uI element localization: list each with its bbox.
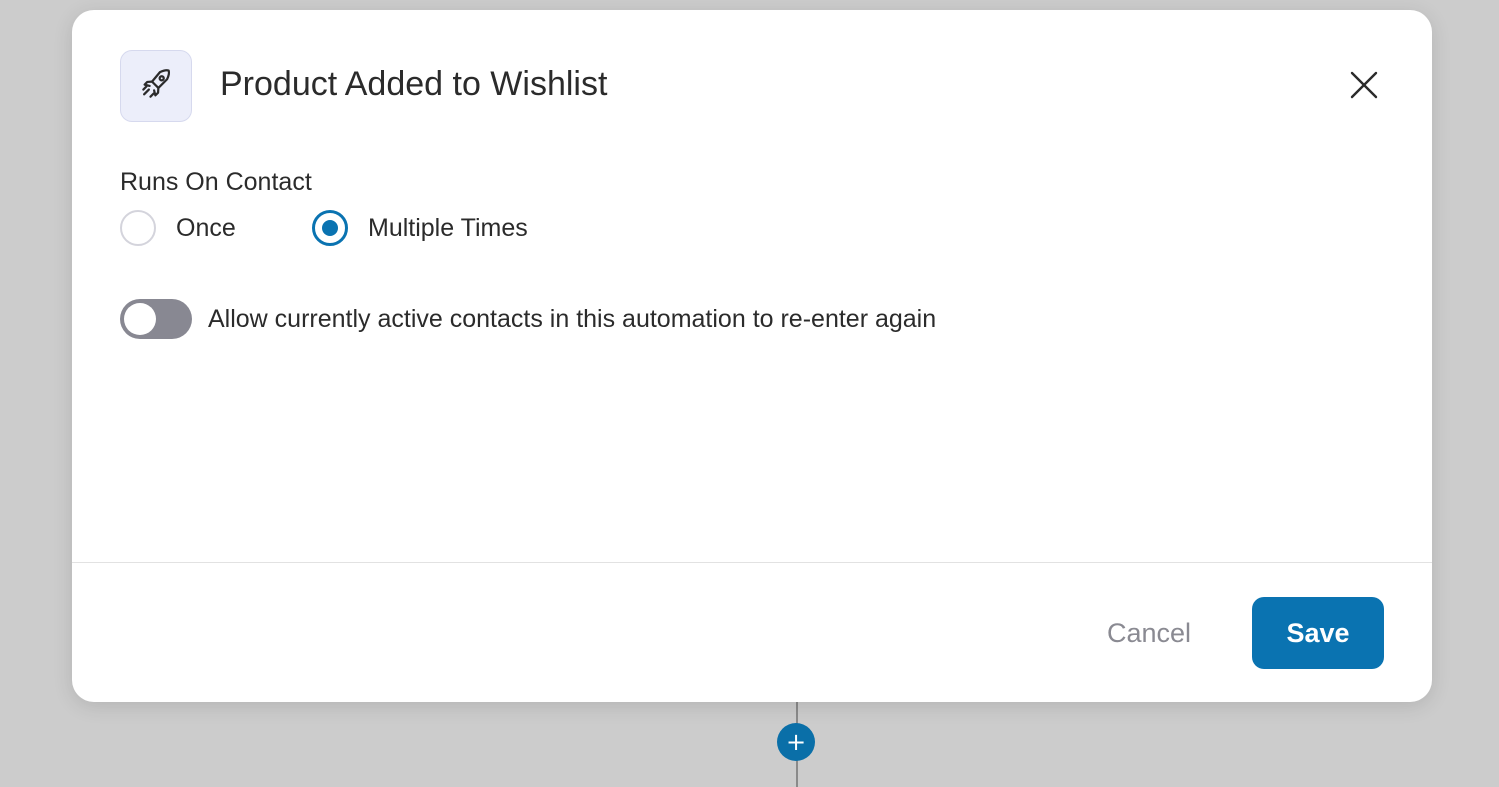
radio-label-once: Once bbox=[176, 213, 236, 242]
save-button[interactable]: Save bbox=[1252, 597, 1384, 669]
radio-label-multiple-times: Multiple Times bbox=[368, 213, 528, 242]
radio-option-once[interactable]: Once bbox=[120, 210, 236, 246]
close-icon bbox=[1348, 69, 1380, 106]
radio-button-once[interactable] bbox=[120, 210, 156, 246]
radio-button-multiple-times[interactable] bbox=[312, 210, 348, 246]
radio-option-multiple-times[interactable]: Multiple Times bbox=[312, 210, 528, 246]
modal-title: Product Added to Wishlist bbox=[220, 65, 608, 103]
close-button[interactable] bbox=[1342, 65, 1386, 109]
cancel-button[interactable]: Cancel bbox=[1082, 598, 1216, 668]
footer-divider bbox=[72, 562, 1432, 563]
runs-on-contact-label: Runs On Contact bbox=[120, 168, 312, 196]
reenter-toggle-row: Allow currently active contacts in this … bbox=[120, 299, 936, 339]
automation-canvas: + Product Added to Wishlist Runs On Cont… bbox=[0, 0, 1499, 787]
reenter-toggle-label: Allow currently active contacts in this … bbox=[208, 304, 937, 333]
rocket-icon bbox=[137, 65, 175, 108]
add-step-button[interactable]: + bbox=[777, 723, 815, 761]
trigger-settings-modal: Product Added to Wishlist Runs On Contac… bbox=[72, 10, 1432, 702]
trigger-icon-box bbox=[120, 50, 192, 122]
toggle-knob bbox=[124, 303, 156, 335]
reenter-toggle-switch[interactable] bbox=[120, 299, 192, 339]
